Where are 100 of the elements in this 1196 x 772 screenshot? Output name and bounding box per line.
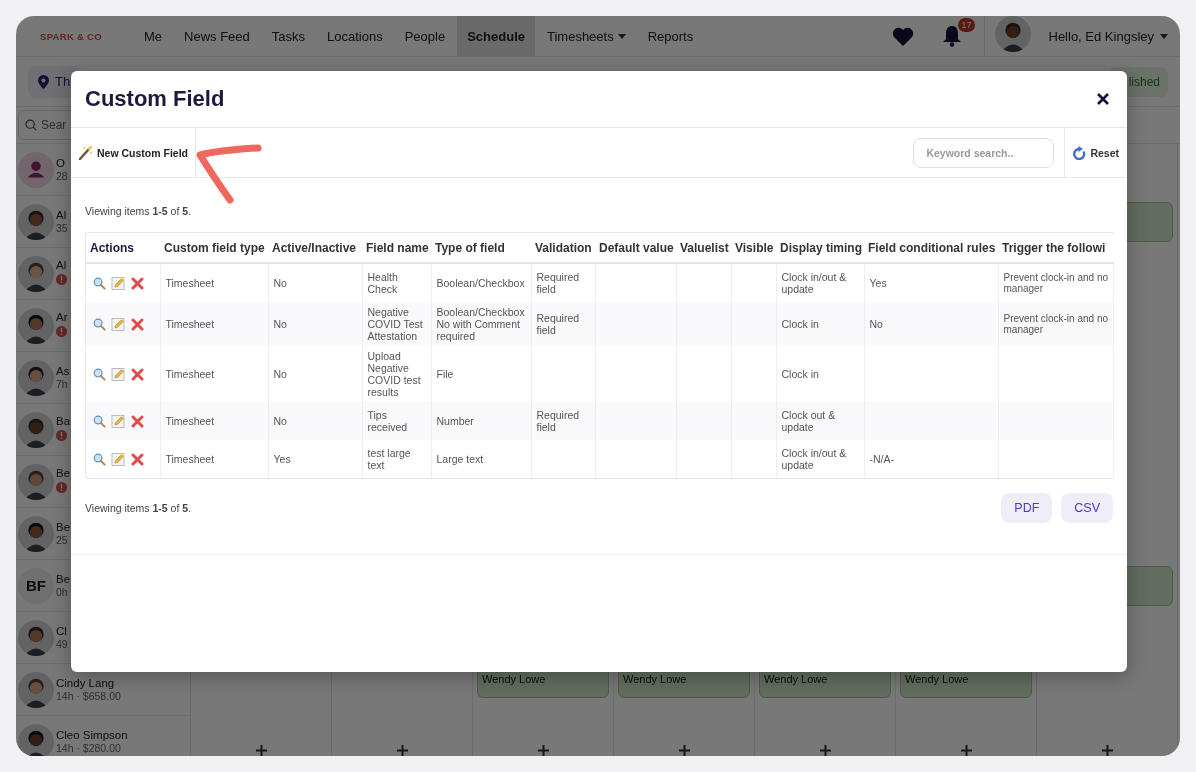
column-header: Trigger the followi — [998, 233, 1113, 263]
person-hours: 14h · $658.00 — [56, 690, 121, 702]
person-name[interactable]: Al — [56, 258, 67, 271]
new-custom-field-button[interactable]: New Custom Field — [71, 128, 196, 177]
column-header: Display timing — [776, 233, 864, 263]
person-hours: 25 — [56, 534, 69, 546]
refresh-icon — [1073, 145, 1087, 160]
add-icon[interactable] — [396, 744, 408, 756]
add-icon[interactable] — [255, 744, 267, 756]
add-icon[interactable] — [819, 744, 831, 756]
person-hours: 14h · $280.00 — [56, 742, 122, 754]
person-hours: 0h — [56, 586, 69, 598]
table-cell: Timesheet — [160, 302, 268, 347]
person-name[interactable]: Cindy Lang — [56, 677, 121, 689]
table-cell: No — [268, 402, 362, 441]
person-name[interactable]: Ba — [56, 414, 71, 427]
user-menu[interactable]: Hello, Ed Kingsley — [1042, 27, 1174, 45]
user-icon — [18, 151, 54, 188]
items-summary: Viewing items 1-5 of 5. — [85, 502, 192, 515]
avatar — [18, 255, 54, 292]
person-name[interactable]: Cleo Simpson — [56, 729, 128, 741]
avatar — [18, 359, 54, 396]
column-header: Custom field type — [160, 233, 268, 263]
person-hours: 7h — [56, 378, 69, 390]
table-cell: Boolean/Checkbox No with Comment required — [431, 302, 531, 347]
add-icon[interactable] — [678, 744, 690, 756]
edit-icon[interactable] — [111, 451, 126, 467]
nav-item[interactable]: Me — [134, 16, 173, 56]
brand-logo[interactable]: SPARK & CO — [40, 30, 134, 42]
view-icon[interactable] — [93, 414, 106, 428]
table-cell: No — [268, 302, 362, 347]
column-header: Visible — [731, 233, 776, 263]
column-header: Validation — [531, 233, 595, 263]
person-hours: 28 — [56, 170, 68, 182]
table-cell: Clock in — [776, 302, 864, 347]
table-cell: Timesheet — [160, 440, 268, 479]
person-name[interactable]: Cl — [56, 625, 68, 637]
table-cell: Yes — [268, 440, 362, 479]
column-header: Active/Inactive — [268, 233, 362, 263]
column-header: Field name — [362, 233, 431, 263]
delete-icon[interactable] — [131, 414, 144, 428]
items-summary: Viewing items 1-5 of 5. — [85, 205, 193, 217]
table-cell: -N/A- — [864, 440, 998, 479]
dialog-title: Custom Field — [85, 86, 225, 112]
delete-icon[interactable] — [131, 452, 144, 466]
column-header: Actions — [86, 233, 160, 263]
table-cell: Required field — [531, 402, 595, 441]
view-icon[interactable] — [93, 317, 106, 331]
column-header: Valuelist — [676, 233, 731, 263]
delete-icon[interactable] — [131, 276, 144, 290]
nav-item[interactable]: People — [394, 16, 456, 56]
nav-item[interactable]: Locations — [317, 16, 393, 56]
add-icon[interactable] — [1101, 744, 1113, 756]
reset-button[interactable]: Reset — [1073, 145, 1119, 160]
view-icon[interactable] — [93, 276, 106, 290]
avatar — [18, 619, 54, 656]
person-name[interactable]: Be — [56, 521, 71, 533]
avatar-initials: BF — [18, 567, 54, 604]
person-name[interactable]: Be — [56, 573, 71, 585]
avatar — [18, 203, 54, 240]
table-cell: Prevent clock-in and no manager — [998, 302, 1113, 347]
person-hours: 35 — [56, 222, 68, 234]
view-icon[interactable] — [93, 367, 106, 381]
nav-item[interactable]: Reports — [637, 16, 704, 56]
person-name[interactable]: Al — [56, 209, 68, 221]
column-header: Field conditional rules — [864, 233, 998, 263]
table-cell: Required field — [531, 302, 595, 347]
delete-icon[interactable] — [131, 367, 144, 381]
table-cell: Number — [431, 402, 531, 441]
table-cell: Timesheet — [160, 402, 268, 441]
nav-item[interactable]: Schedule — [457, 16, 535, 56]
nav-item[interactable]: Timesheets — [537, 16, 636, 56]
table-cell: No — [864, 302, 998, 347]
edit-icon[interactable] — [111, 366, 126, 382]
export-button[interactable]: PDF — [1001, 493, 1053, 524]
view-icon[interactable] — [93, 452, 106, 466]
nav-item[interactable]: News Feed — [174, 16, 260, 56]
heart-icon[interactable] — [891, 26, 914, 46]
export-button[interactable]: CSV — [1061, 493, 1113, 524]
person-name[interactable]: O — [56, 157, 68, 169]
table-cell: Clock out & update — [776, 402, 864, 441]
add-icon[interactable] — [537, 744, 549, 756]
table-cell: Clock in/out & update — [776, 440, 864, 479]
edit-icon[interactable] — [111, 275, 126, 291]
delete-icon[interactable] — [131, 317, 144, 331]
avatar — [18, 515, 54, 552]
avatar — [18, 463, 54, 500]
nav-item[interactable]: Tasks — [261, 16, 316, 56]
add-icon[interactable] — [960, 744, 972, 756]
bell-icon[interactable] — [941, 25, 962, 47]
notification-badge: 17 — [958, 18, 975, 32]
keyword-search-field[interactable]: Keyword search.. — [913, 137, 1055, 168]
table-cell: Large text — [431, 440, 531, 479]
column-header: Type of field — [431, 233, 531, 263]
person-name[interactable]: As — [56, 365, 70, 377]
table-cell: Tips received — [362, 402, 431, 441]
person-name[interactable]: Be — [56, 466, 71, 479]
avatar — [18, 307, 54, 344]
person-name[interactable]: Ar — [56, 310, 68, 323]
caret-icon — [1160, 33, 1168, 39]
